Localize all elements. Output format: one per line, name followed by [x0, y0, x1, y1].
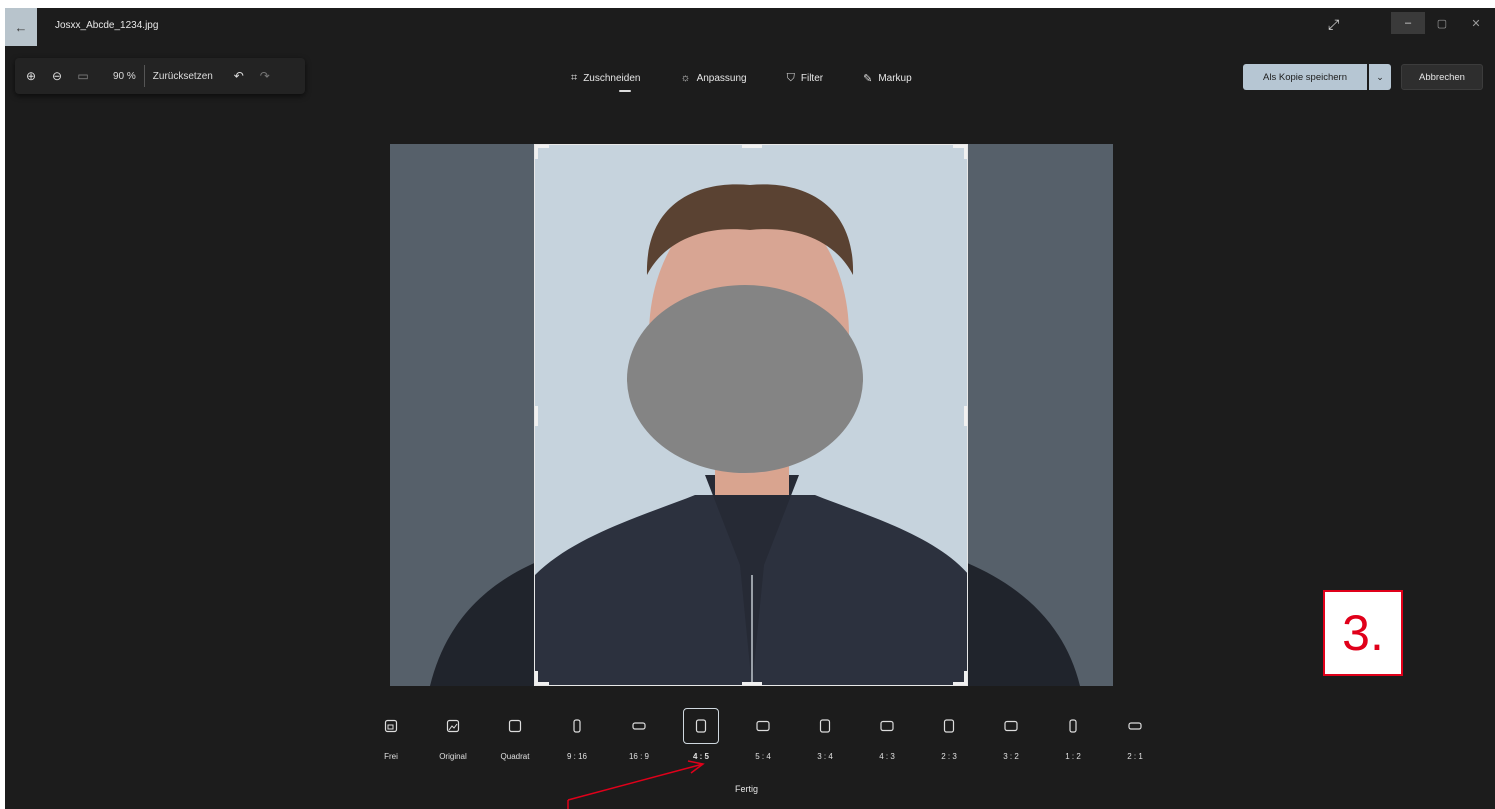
ratio-option[interactable]: 3 : 2	[980, 708, 1042, 761]
ratio-label: 4 : 5	[692, 752, 709, 761]
crop-handle-top-right-v[interactable]	[964, 145, 967, 159]
ratio-option[interactable]: Quadrat	[484, 708, 546, 761]
back-button[interactable]: ←	[5, 8, 37, 46]
crop-handle-bottom-left-v[interactable]	[535, 671, 538, 685]
aspect-ratio-icon	[373, 708, 409, 744]
crop-icon: ⌗	[571, 71, 578, 84]
minimize-button[interactable]: –	[1391, 12, 1425, 34]
crop-frame[interactable]	[534, 144, 968, 686]
filter-icon: ⛉	[786, 71, 795, 84]
ratio-label: 2 : 3	[941, 752, 957, 761]
fullscreen-icon[interactable]: ⤢	[1328, 16, 1339, 33]
redo-icon[interactable]: ↷	[255, 69, 275, 83]
file-name: Josxx_Abcde_1234.jpg	[55, 20, 159, 31]
save-copy-button[interactable]: Als Kopie speichern	[1243, 64, 1367, 90]
zoom-out-icon[interactable]: ⊖	[47, 69, 67, 83]
ratio-label: 2 : 1	[1127, 752, 1143, 761]
ratio-option[interactable]: 2 : 1	[1104, 708, 1166, 761]
aspect-ratio-icon	[1055, 708, 1091, 744]
ratio-option[interactable]: 16 : 9	[608, 708, 670, 761]
aspect-ratio-icon	[435, 708, 471, 744]
ratio-label: 3 : 2	[1003, 752, 1019, 761]
crop-handle-top-left-v[interactable]	[535, 145, 538, 159]
tab-label: Markup	[878, 72, 912, 84]
edit-tabs: ⌗ Zuschneiden ☼ Anpassung ⛉ Filter ✎ Mar…	[571, 68, 952, 92]
close-button[interactable]: ✕	[1459, 12, 1493, 34]
zoom-toolbar: ⊕ ⊖ ▭ 90 % Zurücksetzen ↶ ↷	[15, 58, 305, 94]
toolbar-divider	[143, 65, 145, 87]
zoom-in-icon[interactable]: ⊕	[21, 69, 41, 83]
aspect-ratio-bar: Frei Original Quadrat 9 : 16 16 : 9 4 : 5 5 : …	[360, 708, 1166, 761]
ratio-label: 1 : 2	[1065, 752, 1081, 761]
ratio-label: Frei	[384, 752, 398, 761]
ratio-option[interactable]: 4 : 5	[670, 708, 732, 761]
tab-markup[interactable]: ✎ Markup	[863, 68, 912, 88]
aspect-ratio-icon	[683, 708, 719, 744]
ratio-option[interactable]: 1 : 2	[1042, 708, 1104, 761]
ratio-option[interactable]: 2 : 3	[918, 708, 980, 761]
tab-label: Filter	[800, 72, 824, 84]
tab-anpassung[interactable]: ☼ Anpassung	[680, 68, 746, 88]
step-number-annotation: 3.	[1323, 590, 1403, 676]
fit-to-window-icon[interactable]: ▭	[73, 69, 93, 83]
ratio-label: Quadrat	[500, 752, 530, 761]
ratio-label: 9 : 16	[566, 752, 587, 761]
photos-app-window: ← Josxx_Abcde_1234.jpg ⤢ – ▢ ✕ ⊕ ⊖ ▭ 90 …	[5, 8, 1495, 809]
ratio-label: 4 : 3	[879, 752, 895, 761]
ratio-option[interactable]: Frei	[360, 708, 422, 761]
crop-handle-left-mid[interactable]	[535, 406, 538, 426]
ratio-label: 5 : 4	[755, 752, 771, 761]
tab-filter[interactable]: ⛉ Filter	[787, 68, 823, 88]
undo-icon[interactable]: ↶	[229, 69, 249, 83]
zoom-level: 90 %	[113, 70, 136, 82]
brightness-icon: ☼	[680, 72, 691, 84]
crop-handle-bottom-mid[interactable]	[742, 682, 762, 685]
ratio-option[interactable]: 9 : 16	[546, 708, 608, 761]
ratio-option[interactable]: 4 : 3	[856, 708, 918, 761]
back-arrow-icon: ←	[14, 19, 28, 35]
image-canvas	[390, 144, 1113, 686]
aspect-ratio-icon	[869, 708, 905, 744]
ratio-label: 3 : 4	[817, 752, 833, 761]
portrait-photo	[535, 145, 967, 685]
crop-handle-top-mid[interactable]	[742, 145, 762, 148]
aspect-ratio-icon	[807, 708, 843, 744]
aspect-ratio-icon	[993, 708, 1029, 744]
aspect-ratio-icon	[1117, 708, 1153, 744]
tab-zuschneiden[interactable]: ⌗ Zuschneiden	[571, 68, 641, 92]
ratio-label: 16 : 9	[628, 752, 649, 761]
ratio-label: Original	[439, 752, 467, 761]
reset-button[interactable]: Zurücksetzen	[153, 71, 213, 82]
ratio-option[interactable]: Original	[422, 708, 484, 761]
aspect-ratio-icon	[931, 708, 967, 744]
tab-label: Anpassung	[696, 72, 747, 84]
crop-handle-bottom-right-v[interactable]	[964, 671, 967, 685]
maximize-button[interactable]: ▢	[1425, 12, 1459, 34]
aspect-ratio-icon	[621, 708, 657, 744]
aspect-ratio-icon	[745, 708, 781, 744]
pen-icon: ✎	[863, 72, 873, 85]
cancel-button[interactable]: Abbrechen	[1401, 64, 1483, 90]
ratio-option[interactable]: 3 : 4	[794, 708, 856, 761]
tab-label: Zuschneiden	[583, 72, 641, 84]
done-button[interactable]: Fertig	[735, 784, 758, 794]
aspect-ratio-icon	[559, 708, 595, 744]
title-bar: ← Josxx_Abcde_1234.jpg ⤢ – ▢ ✕	[5, 8, 1495, 46]
ratio-option[interactable]: 5 : 4	[732, 708, 794, 761]
chevron-down-icon[interactable]: ⌄	[1369, 64, 1391, 90]
crop-handle-right-mid[interactable]	[964, 406, 967, 426]
aspect-ratio-icon	[497, 708, 533, 744]
